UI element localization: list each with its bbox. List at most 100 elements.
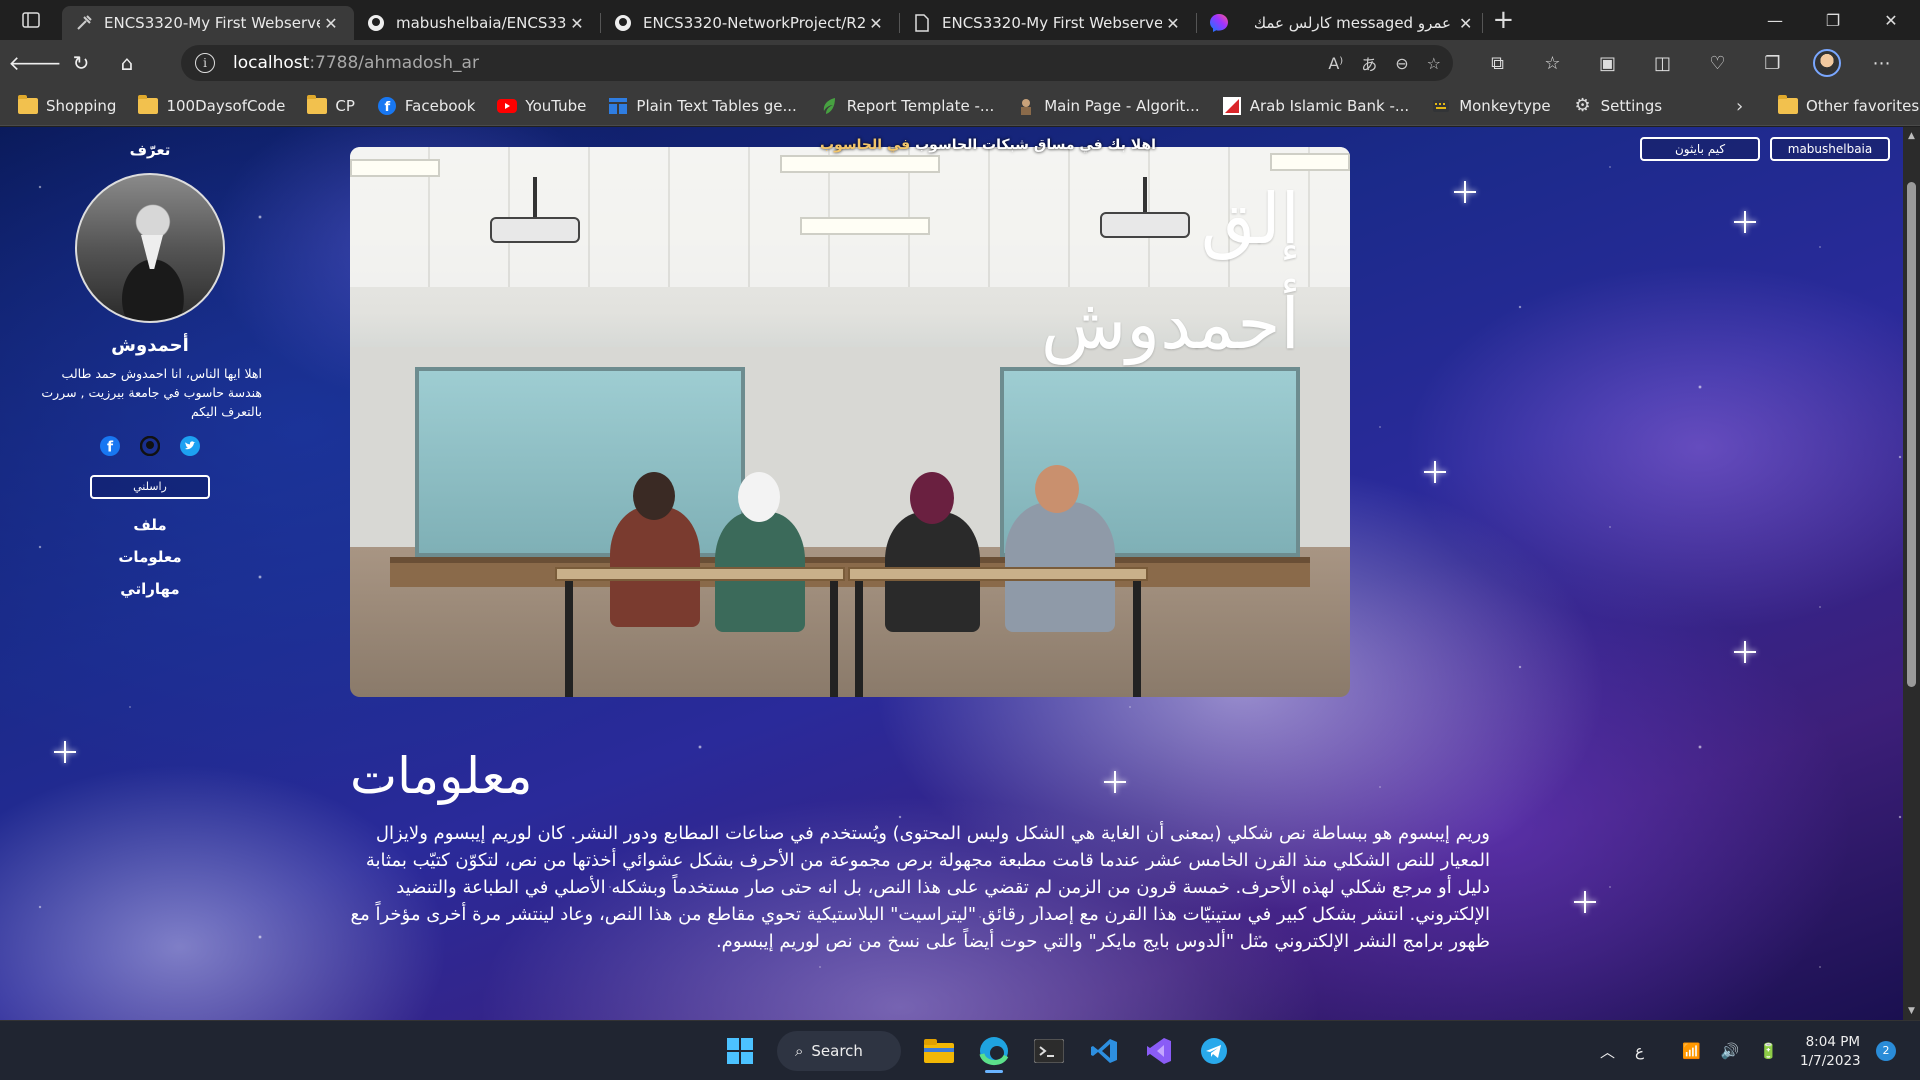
- translate-icon[interactable]: あ: [1361, 51, 1377, 75]
- bookmark-report-template[interactable]: Report Template -...: [819, 97, 994, 115]
- bookmark-cp[interactable]: CP: [307, 94, 355, 115]
- social-links: f: [20, 435, 280, 457]
- home-button[interactable]: ⌂: [104, 43, 150, 83]
- minimize-button[interactable]: —: [1746, 0, 1804, 40]
- gear-icon: ⚙: [1574, 95, 1591, 116]
- welcome-ticker: اهلا بك في مساق شبكات الحاسوب في الحاسوب: [820, 137, 1156, 153]
- clock-date: 1/7/2023: [1800, 1053, 1861, 1069]
- person-head: [910, 472, 954, 524]
- volume-icon[interactable]: 🔊: [1721, 1042, 1740, 1060]
- bookmarks-overflow-chevron-icon[interactable]: ›: [1736, 86, 1743, 126]
- more-options-icon[interactable]: ⋯: [1854, 53, 1909, 74]
- info-paragraph: وريم إيبسوم هو ببساطة نص شكلي (بمعنى أن …: [350, 823, 1490, 952]
- bookmark-plain-text-tables[interactable]: Plain Text Tables ge...: [608, 97, 797, 115]
- terminal-icon[interactable]: [1021, 1027, 1076, 1075]
- taskbar-clock[interactable]: 8:04 PM 1/7/2023: [1800, 1033, 1861, 1071]
- window-controls: — ❐ ✕: [1746, 0, 1920, 40]
- input-language-indicator[interactable]: ع: [1635, 1042, 1644, 1060]
- scroll-up-icon[interactable]: ▲: [1903, 131, 1920, 141]
- sidebar-item-skills[interactable]: مهاراتي: [20, 573, 280, 605]
- favorites-icon[interactable]: ☆: [1525, 53, 1580, 74]
- bookmark-label: Shopping: [46, 96, 117, 115]
- visual-studio-icon[interactable]: [1131, 1027, 1186, 1075]
- bookmark-arab-islamic-bank[interactable]: Arab Islamic Bank -...: [1222, 96, 1409, 115]
- new-tab-button[interactable]: +: [1483, 5, 1523, 35]
- edge-icon[interactable]: [966, 1027, 1021, 1075]
- close-icon[interactable]: ✕: [320, 14, 342, 33]
- svg-text:f: f: [384, 100, 390, 115]
- sparkle-decoration: [54, 741, 76, 763]
- read-aloud-icon[interactable]: A⁾: [1328, 54, 1343, 73]
- github-user-button[interactable]: mabushelbaia: [1770, 137, 1890, 161]
- zoom-out-icon[interactable]: ⊖: [1395, 54, 1408, 73]
- bookmark-algorithmica[interactable]: Main Page - Algorit...: [1016, 97, 1200, 115]
- profile-avatar[interactable]: [1813, 49, 1841, 77]
- restore-button[interactable]: ❐: [1804, 0, 1862, 40]
- browser-tab-5[interactable]: [1197, 6, 1243, 40]
- browser-essentials-icon[interactable]: ♡: [1690, 53, 1745, 74]
- monkeytype-icon: [1431, 97, 1451, 115]
- sidebar-item-profile[interactable]: ملف: [20, 509, 280, 541]
- browser-tab-6[interactable]: عمرو messaged كارلس عمك: [1243, 6, 1463, 40]
- info-icon[interactable]: i: [195, 53, 215, 73]
- scroll-down-icon[interactable]: ▼: [1903, 1006, 1920, 1016]
- hero-title: إلق أحمدوش: [1041, 167, 1300, 377]
- contact-me-button[interactable]: راسلني: [90, 475, 210, 499]
- scrollbar-thumb[interactable]: [1907, 182, 1916, 687]
- tab-actions-button[interactable]: [0, 0, 62, 40]
- telegram-icon[interactable]: [1186, 1027, 1241, 1075]
- desk-leg: [565, 581, 573, 697]
- wifi-icon[interactable]: 📶: [1682, 1042, 1701, 1060]
- hero-title-line: إلق: [1200, 178, 1300, 260]
- collections-icon[interactable]: ▣: [1580, 53, 1635, 74]
- sidebar-nav: ملف معلومات مهاراتي: [20, 509, 280, 605]
- bookmark-settings[interactable]: ⚙ Settings: [1573, 95, 1663, 116]
- file-explorer-icon[interactable]: [911, 1027, 966, 1075]
- hero-title-line: أحمدوش: [1040, 283, 1300, 365]
- vscode-icon[interactable]: [1076, 1027, 1131, 1075]
- browser-tab-3[interactable]: ENCS3320-NetworkProject/R2E.j ✕: [601, 6, 899, 40]
- browser-tab-2[interactable]: mabushelbaia/ENCS3320-Netwo ✕: [354, 6, 600, 40]
- address-bar[interactable]: i localhost:7788/ahmadosh_ar A⁾ あ ⊖ ☆: [181, 45, 1453, 81]
- refresh-button[interactable]: ↻: [58, 43, 104, 83]
- desk-leg: [855, 581, 863, 697]
- tab-title: ENCS3320-My First Webserver: [104, 14, 320, 32]
- github-icon[interactable]: [139, 435, 161, 457]
- twitter-icon[interactable]: [179, 435, 201, 457]
- top-right-buttons: كيم بايثون mabushelbaia: [1640, 137, 1890, 161]
- search-icon: ⌕: [795, 1042, 804, 1060]
- close-window-button[interactable]: ✕: [1862, 0, 1920, 40]
- person-head: [738, 472, 780, 522]
- page-scrollbar[interactable]: ▲ ▼: [1903, 127, 1920, 1020]
- hero-image: إلق أحمدوش: [350, 147, 1350, 697]
- performance-icon[interactable]: ◫: [1635, 53, 1690, 74]
- bookmarks-bar: Shopping 100DaysofCode CP f Facebook YouT…: [0, 86, 1920, 126]
- python-link-button[interactable]: كيم بايثون: [1640, 137, 1760, 161]
- add-favorite-icon[interactable]: ☆: [1427, 54, 1441, 73]
- back-button[interactable]: 🡐: [8, 43, 62, 83]
- taskbar-search[interactable]: ⌕ Search: [777, 1031, 901, 1071]
- notification-badge[interactable]: 2: [1876, 1041, 1896, 1061]
- sidebar-item-info[interactable]: معلومات: [20, 541, 280, 573]
- extensions-icon[interactable]: ⧉: [1470, 53, 1525, 74]
- facebook-icon[interactable]: f: [99, 435, 121, 457]
- browser-tab-4[interactable]: ENCS3320-My First Webserver ✕: [900, 6, 1196, 40]
- bookmark-other-favorites[interactable]: Other favorites: [1778, 86, 1919, 126]
- close-icon[interactable]: ✕: [865, 14, 887, 33]
- workspaces-icon[interactable]: ❐: [1745, 53, 1800, 74]
- bookmark-facebook[interactable]: f Facebook: [377, 96, 476, 115]
- bookmark-label: Facebook: [404, 96, 476, 115]
- bookmark-shopping[interactable]: Shopping: [18, 94, 117, 115]
- bookmark-100daysofcode[interactable]: 100DaysofCode: [138, 94, 285, 115]
- tab-title: mabushelbaia/ENCS3320-Netwo: [396, 14, 566, 32]
- bookmark-youtube[interactable]: YouTube: [497, 97, 586, 115]
- battery-icon[interactable]: 🔋: [1759, 1042, 1778, 1060]
- close-icon[interactable]: ✕: [1162, 14, 1184, 33]
- browser-tab-1[interactable]: ENCS3320-My First Webserver ✕: [62, 6, 354, 40]
- bank-icon: [1222, 96, 1242, 115]
- bookmark-monkeytype[interactable]: Monkeytype: [1431, 97, 1551, 115]
- show-hidden-icons-chevron-icon[interactable]: ︿: [1600, 1041, 1615, 1062]
- windows-start-icon[interactable]: [712, 1027, 767, 1075]
- close-icon[interactable]: ✕: [566, 14, 588, 33]
- tab-title: عمرو messaged كارلس عمك: [1255, 14, 1451, 32]
